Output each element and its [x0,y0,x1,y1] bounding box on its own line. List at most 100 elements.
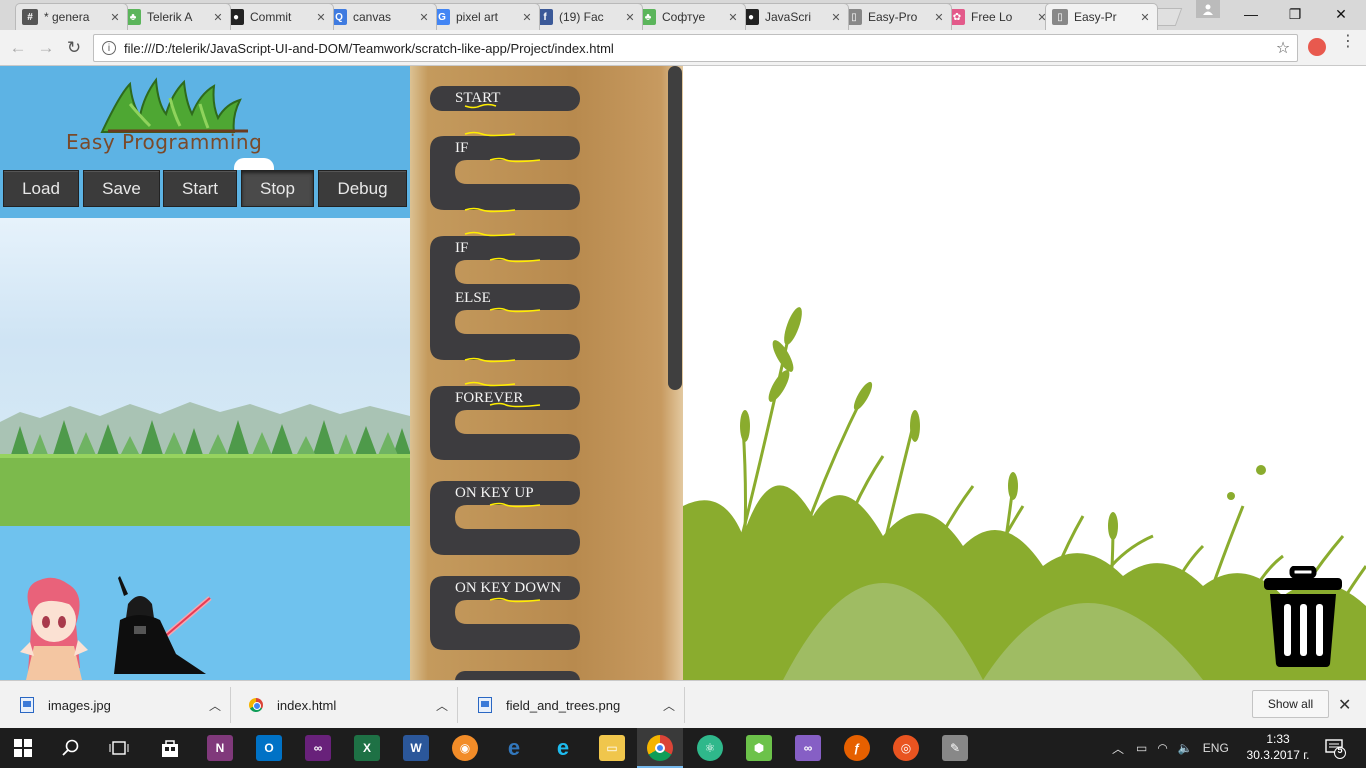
wifi-icon[interactable]: ◠ [1157,741,1167,755]
download-file-name[interactable]: index.html [277,698,427,713]
star-icon[interactable]: ☆ [1269,38,1297,58]
browser-tab[interactable]: ● Commit ✕ [221,3,334,30]
profile-button[interactable] [1196,0,1220,18]
tab-title[interactable]: * genera [44,10,105,24]
tab-close-icon[interactable]: ✕ [315,11,327,24]
tab-title[interactable]: Commit [250,10,311,24]
browser-tab[interactable]: ✿ Free Lo ✕ [942,3,1055,30]
else-block-label[interactable]: ELSE [455,290,491,307]
save-button[interactable]: Save [83,170,160,207]
forever-block-label[interactable]: FOREVER [455,390,523,407]
info-icon[interactable]: i [102,41,116,55]
store-icon[interactable] [157,735,183,761]
download-item[interactable]: field_and_trees.png ︿ [458,687,685,723]
nodejs-icon[interactable]: ⬢ [746,735,772,761]
visual-studio-icon[interactable]: ∞ [305,735,331,761]
excel-icon[interactable]: X [354,735,380,761]
palette-scrollbar-thumb[interactable] [668,66,682,390]
debug-button[interactable]: Debug [318,170,407,207]
battery-icon[interactable]: ▭ [1136,741,1147,755]
close-icon[interactable]: ✕ [1338,695,1351,715]
tab-close-icon[interactable]: ✕ [109,11,121,24]
browser-tab[interactable]: Gpixel art ✕ [427,3,540,30]
chevron-up-icon[interactable]: ︿ [654,697,684,714]
download-item[interactable]: index.html ︿ [231,687,458,723]
windows-start-icon[interactable] [10,735,36,761]
reload-icon[interactable]: ↻ [63,37,85,59]
tab-close-icon[interactable]: ✕ [521,11,533,24]
download-file-name[interactable]: images.jpg [48,698,200,713]
edge-icon[interactable]: e [501,735,527,761]
back-arrow-icon[interactable]: ← [7,37,29,59]
tab-title[interactable]: Easy-Pro [868,10,929,24]
language-indicator[interactable]: ENG [1203,741,1229,755]
tab-title[interactable]: Easy-Pr [1074,10,1135,24]
browser-tab[interactable]: ● JavaScri ✕ [736,3,849,30]
browser-tab[interactable]: ♣ Telerik A ✕ [118,3,231,30]
file-explorer-icon[interactable]: ▭ [599,735,625,761]
firefox-icon[interactable]: ƒ [844,735,870,761]
show-all-button[interactable]: Show all [1252,690,1329,718]
atom-icon[interactable]: ⚛ [697,735,723,761]
trash-icon[interactable] [1260,566,1346,668]
visual-studio-code-icon[interactable]: ∞ [795,735,821,761]
paint-icon[interactable]: ✎ [942,735,968,761]
minimize-button[interactable]: — [1228,0,1274,28]
search-icon[interactable] [58,735,84,761]
start-block-label[interactable]: START [455,90,500,107]
extension-icon[interactable] [1308,38,1326,56]
browser-tab[interactable]: f (19) Fac ✕ [530,3,643,30]
task-view-icon[interactable] [106,735,132,761]
clock[interactable]: 1:33 30.3.2017 г. [1238,731,1318,763]
notifications-icon[interactable]: 5 [1322,735,1348,761]
url-text[interactable]: file:///D:/telerik/JavaScript-UI-and-DOM… [124,41,1269,56]
anime-girl-sprite[interactable] [10,576,100,680]
start-button[interactable]: Start [163,170,237,207]
tab-close-icon[interactable]: ✕ [1139,11,1151,24]
chevron-up-icon[interactable]: ︿ [427,697,457,714]
onenote-icon[interactable]: N [207,735,233,761]
load-button[interactable]: Load [3,170,79,207]
outlook-icon[interactable]: O [256,735,282,761]
download-item[interactable]: images.jpg ︿ [0,687,231,723]
browser-tab[interactable]: ▯ Easy-Pr ✕ [1045,3,1158,30]
tab-title[interactable]: (19) Fac [559,10,620,24]
close-window-button[interactable]: ✕ [1318,0,1364,28]
ubuntu-icon[interactable]: ◎ [893,735,919,761]
tab-title[interactable]: Софтуе [662,10,723,24]
chevron-up-icon[interactable]: ︿ [1112,740,1124,757]
if-block-label[interactable]: IF [455,140,468,157]
tab-title[interactable]: JavaScri [765,10,826,24]
stop-button[interactable]: Stop [241,170,314,207]
if-else-block-label[interactable]: IF [455,240,468,257]
tab-close-icon[interactable]: ✕ [727,11,739,24]
forward-arrow-icon[interactable]: → [35,37,57,59]
word-icon[interactable]: W [403,735,429,761]
download-file-name[interactable]: field_and_trees.png [506,698,654,713]
browser-tab[interactable]: Qcanvas ✕ [324,3,437,30]
on-key-down-block-label[interactable]: ON KEY DOWN [455,580,561,597]
maximize-button[interactable]: ❐ [1272,0,1318,28]
tab-close-icon[interactable]: ✕ [624,11,636,24]
tab-title[interactable]: canvas [353,10,414,24]
tab-close-icon[interactable]: ✕ [933,11,945,24]
tab-title[interactable]: pixel art [456,10,517,24]
darth-vader-sprite[interactable] [106,574,216,674]
sublime-icon[interactable]: ◉ [452,735,478,761]
menu-icon[interactable]: ⋮ [1340,34,1356,50]
browser-tab[interactable]: ♣ Софтуе ✕ [633,3,746,30]
browser-tab[interactable]: ▯ Easy-Pro ✕ [839,3,952,30]
tab-close-icon[interactable]: ✕ [830,11,842,24]
volume-icon[interactable]: 🔈 [1178,741,1193,755]
browser-tab[interactable]: # * genera ✕ [15,3,128,30]
system-tray: ︿ ▭ ◠ 🔈 ENG [1112,728,1229,768]
address-bar[interactable]: i file:///D:/telerik/JavaScript-UI-and-D… [93,34,1298,62]
on-key-up-block-label[interactable]: ON KEY UP [455,485,534,502]
tab-title[interactable]: Free Lo [971,10,1032,24]
chevron-up-icon[interactable]: ︿ [200,697,230,714]
tab-title[interactable]: Telerik A [147,10,208,24]
tab-close-icon[interactable]: ✕ [212,11,224,24]
internet-explorer-icon[interactable]: e [550,735,576,761]
chrome-icon[interactable] [647,735,673,761]
tab-close-icon[interactable]: ✕ [418,11,430,24]
